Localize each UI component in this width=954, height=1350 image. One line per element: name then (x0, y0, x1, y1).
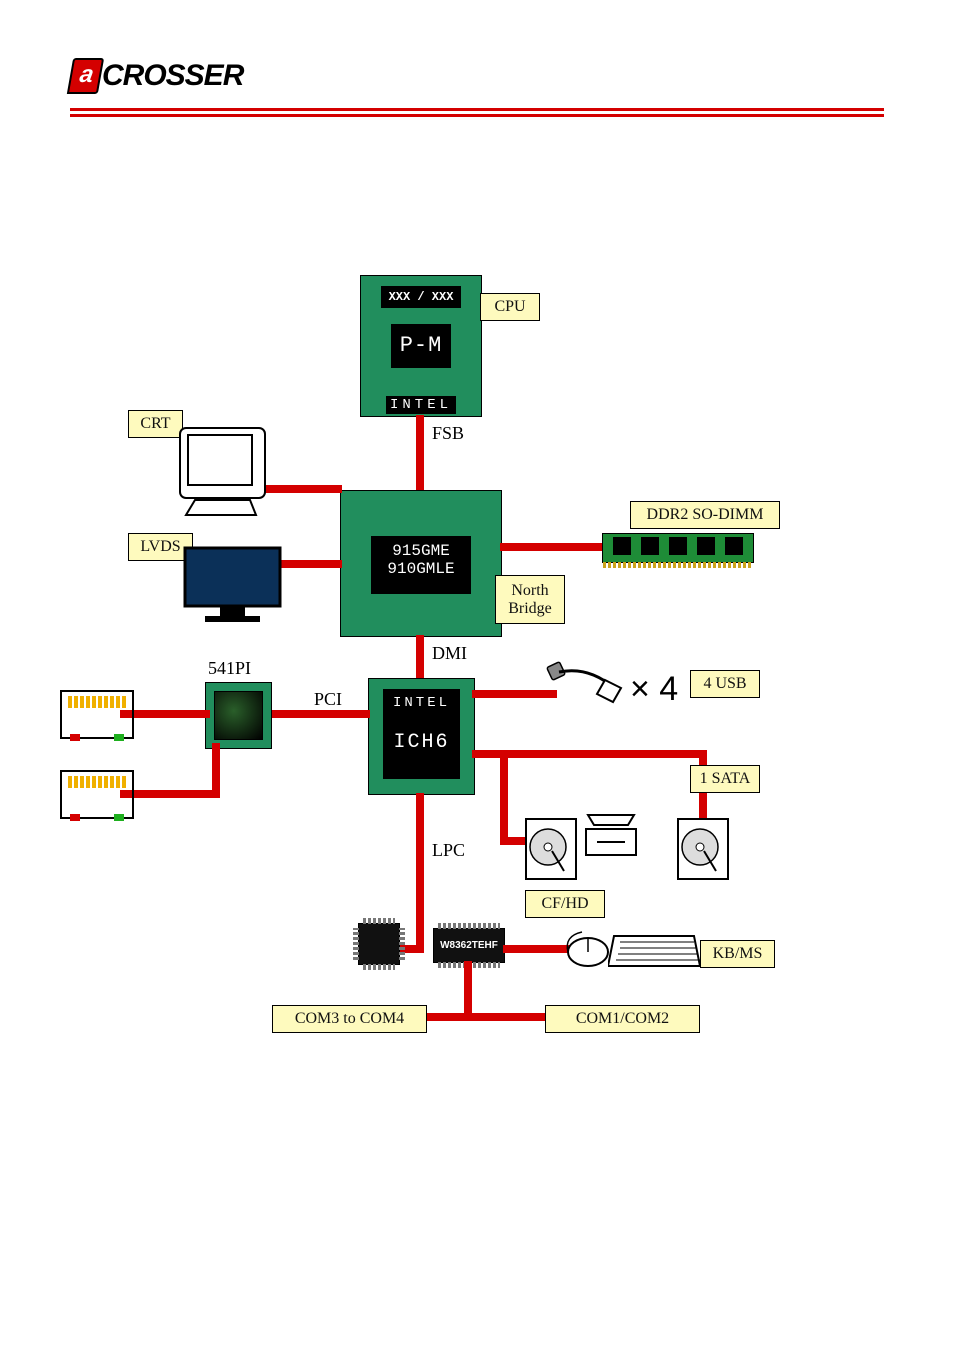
cfhd-label: CF/HD (525, 890, 605, 918)
brand-logo: a CROSSER (70, 58, 243, 94)
hdd-icon (522, 815, 582, 885)
cpu-sku: XXX / XXX (381, 286, 461, 308)
eth-bus-v (212, 743, 220, 798)
sb-model: ICH6 (383, 731, 460, 754)
rj45-2-icon (60, 770, 134, 819)
dmi-bus (416, 635, 424, 680)
lpc-ic-icon (358, 923, 400, 965)
header-rule-2 (70, 114, 884, 117)
usb-plug-icon (545, 660, 625, 710)
sata-hdd-icon (674, 815, 734, 885)
pci-bus (260, 710, 370, 718)
lcd-monitor-icon (180, 543, 290, 628)
com12-label: COM1/COM2 (545, 1005, 700, 1033)
dimm-icon (602, 533, 754, 563)
usb-label: 4 USB (690, 670, 760, 698)
cpu-chip: XXX / XXX P-M INTEL (360, 275, 482, 417)
nb-chip2: 910GMLE (371, 560, 471, 578)
crt-monitor-icon (165, 420, 275, 530)
eth-chip (205, 682, 272, 749)
ddr-label: DDR2 SO-DIMM (630, 501, 780, 529)
southbridge: INTEL ICH6 (368, 678, 475, 795)
com-bus-v (464, 961, 472, 1021)
cpu-model: P-M (391, 324, 451, 368)
block-diagram: XXX / XXX P-M INTEL CPU FSB 915GME 910GM… (60, 275, 880, 1085)
eth-bus-2 (120, 790, 215, 798)
usb-mult: × 4 (630, 670, 678, 709)
logo-a-icon: a (67, 58, 104, 94)
nb-core: 915GME 910GMLE (371, 536, 471, 594)
sb-core: INTEL ICH6 (383, 689, 460, 779)
northbridge: 915GME 910GMLE (340, 490, 502, 637)
fsb-label: FSB (432, 423, 464, 444)
dmi-label: DMI (432, 643, 467, 664)
fsb-bus (416, 415, 424, 490)
cpu-label: CPU (480, 293, 540, 321)
header-rule (70, 108, 884, 111)
sata-label: 1 SATA (690, 765, 760, 793)
superio-chip: W8362TEHF (433, 928, 505, 963)
sb-vendor: INTEL (383, 689, 460, 717)
superio-label: W8362TEHF (434, 929, 504, 962)
keyboard-icon (608, 930, 703, 975)
pci-label: PCI (314, 689, 342, 710)
cpu-vendor: INTEL (386, 396, 456, 414)
ddr-bus (500, 543, 605, 551)
nb-chip1: 915GME (371, 542, 471, 560)
eth-label: 541PI (208, 658, 251, 679)
rj45-1-icon (60, 690, 134, 739)
ide-bus-v (500, 750, 508, 845)
brand-text: CROSSER (102, 59, 243, 93)
nb-label: North Bridge (495, 575, 565, 624)
lpc-bus (416, 793, 424, 953)
kbms-label: KB/MS (700, 940, 775, 968)
com34-label: COM3 to COM4 (272, 1005, 427, 1033)
lpc-label: LPC (432, 840, 465, 861)
cf-slot-icon (582, 807, 640, 862)
